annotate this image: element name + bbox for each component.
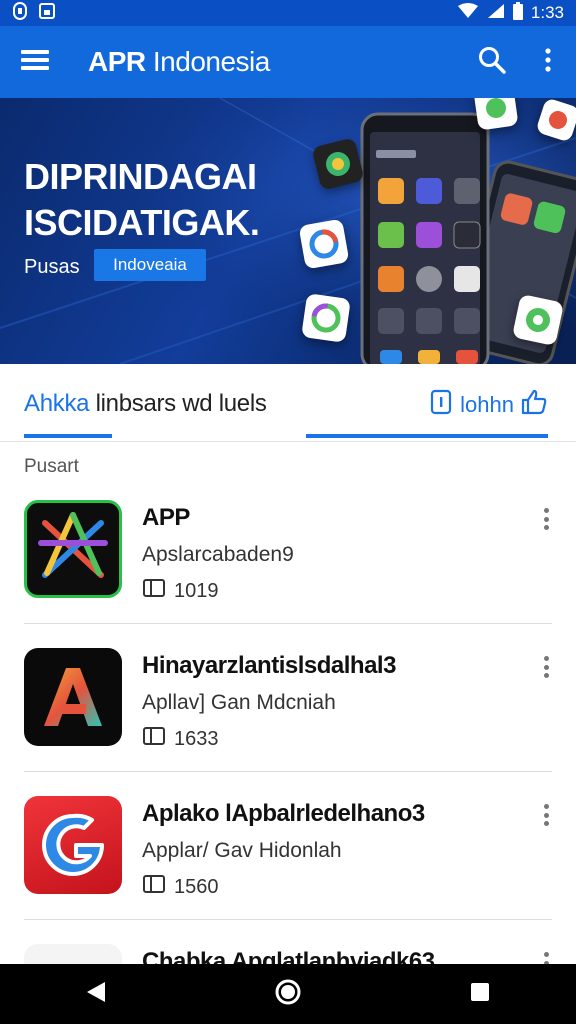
download-icon xyxy=(142,726,166,752)
system-nav-bar xyxy=(0,964,576,1024)
app-description: Apllav] Gan Mdcniah xyxy=(142,691,336,714)
tab-apps-label: linbsars wd luels xyxy=(89,390,267,417)
app-description: Applar/ Gav Hidonlah xyxy=(142,839,342,862)
letter-a-icon xyxy=(24,648,122,746)
nav-recents-button[interactable] xyxy=(440,964,520,1024)
section-label: Pusart xyxy=(24,456,79,477)
app-count-value: 1560 xyxy=(174,875,219,898)
recents-square-icon xyxy=(469,981,491,1008)
search-button[interactable] xyxy=(464,26,520,98)
battery-icon xyxy=(512,1,523,25)
menu-button[interactable] xyxy=(0,26,70,98)
tab-bar: Ahkka linbsars wd luels lohhn xyxy=(0,364,576,442)
list-item[interactable]: Aplako lApbalrledelhano3 Applar/ Gav Hid… xyxy=(0,772,576,920)
hamburger-menu-icon xyxy=(21,49,49,76)
storage-icon xyxy=(38,2,56,25)
tab-indicator-left xyxy=(24,434,112,438)
status-left xyxy=(12,1,56,25)
app-title-rest: Indonesia xyxy=(145,46,270,77)
floating-app-icon xyxy=(473,98,519,131)
info-icon xyxy=(430,389,454,421)
app-bar: APR Indonesia xyxy=(0,26,576,98)
notification-icon xyxy=(12,1,28,25)
list-item[interactable]: Hinayarzlantislsdalhal3 Apllav] Gan Mdcn… xyxy=(0,624,576,772)
download-icon xyxy=(142,874,166,900)
app-count-value: 1633 xyxy=(174,727,219,750)
app-name: APP xyxy=(142,504,190,531)
more-vert-icon xyxy=(545,47,551,77)
tab-apps[interactable]: Ahkka linbsars wd luels xyxy=(24,390,267,418)
status-right: 1:33 xyxy=(457,1,564,25)
star-icon xyxy=(24,500,122,598)
status-time: 1:33 xyxy=(530,3,564,22)
wifi-icon xyxy=(457,2,479,24)
thumbs-up-icon xyxy=(520,388,548,422)
app-name: Hinayarzlantislsdalhal3 xyxy=(142,652,396,679)
banner-sub-label: Pusas xyxy=(24,256,80,278)
app-title-bold: APR xyxy=(88,46,146,77)
list-item[interactable]: APP Apslarcabaden9 1019 xyxy=(0,476,576,624)
app-name: Aplako lApbalrledelhano3 xyxy=(142,800,425,827)
app-bar-actions xyxy=(464,26,576,98)
app-count-value: 1019 xyxy=(174,579,219,602)
app-download-count: 1019 xyxy=(142,578,219,604)
nav-back-button[interactable] xyxy=(56,964,136,1024)
promo-banner[interactable]: DIPRINDAGAI ISCIDATIGAK. Pusas Indoveaia xyxy=(0,98,576,364)
signal-icon xyxy=(487,3,505,24)
app-title: APR Indonesia xyxy=(88,46,270,78)
download-icon xyxy=(142,578,166,604)
app-download-count: 1633 xyxy=(142,726,219,752)
item-more-button[interactable] xyxy=(540,504,552,534)
nav-home-button[interactable] xyxy=(248,964,328,1024)
banner-chip-button[interactable]: Indoveaia xyxy=(94,249,206,281)
letter-g-icon xyxy=(24,796,122,894)
app-download-count: 1560 xyxy=(142,874,219,900)
item-more-button[interactable] xyxy=(540,800,552,830)
tab-login-label: lohhn xyxy=(460,392,514,417)
tab-login[interactable]: lohhn xyxy=(430,388,548,422)
banner-headline-line2: ISCIDATIGAK. xyxy=(24,202,260,243)
banner-headline-line1: DIPRINDAGAI xyxy=(24,156,257,197)
search-icon xyxy=(478,46,506,79)
tab-indicator-right xyxy=(306,434,548,438)
app-description: Apslarcabaden9 xyxy=(142,543,294,566)
overflow-menu-button[interactable] xyxy=(520,26,576,98)
floating-app-icon xyxy=(511,293,565,347)
item-more-button[interactable] xyxy=(540,652,552,682)
banner-headline: DIPRINDAGAI ISCIDATIGAK. xyxy=(24,154,314,246)
home-circle-icon xyxy=(274,978,302,1011)
back-triangle-icon xyxy=(85,980,107,1009)
floating-app-icon xyxy=(301,293,351,343)
tab-apps-accent: Ahkka xyxy=(24,390,90,417)
status-bar: 1:33 xyxy=(0,0,576,26)
